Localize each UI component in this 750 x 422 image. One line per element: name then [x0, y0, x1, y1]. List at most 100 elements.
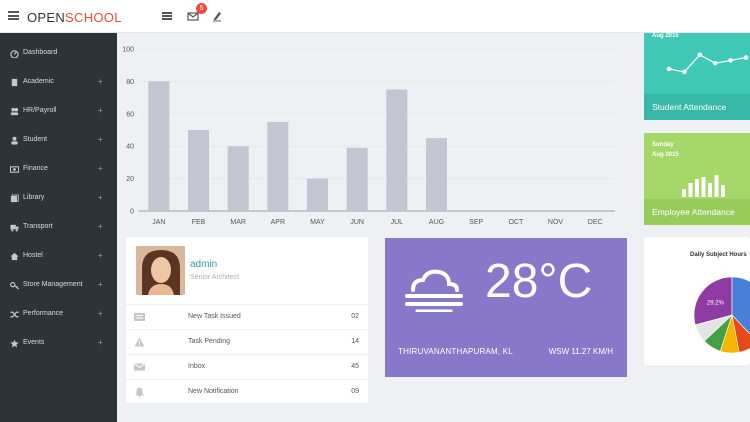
- profile-row-new-task[interactable]: New Task Issued 02: [126, 304, 368, 329]
- employee-bar: [682, 189, 686, 197]
- x-tick-label: JAN: [152, 219, 165, 226]
- pie-slice-label: 29.2%: [707, 300, 725, 306]
- expand-icon[interactable]: +: [98, 135, 103, 144]
- employee-bar: [708, 183, 712, 197]
- row-label: New Task Issued: [188, 313, 241, 320]
- profile-name[interactable]: admin: [190, 259, 217, 270]
- expand-icon[interactable]: +: [98, 251, 103, 260]
- pencil-icon[interactable]: [211, 10, 223, 22]
- sidebar-item-hr-payroll[interactable]: HR/Payroll +: [0, 102, 117, 122]
- x-tick-label: FEB: [192, 219, 206, 226]
- bar-feb[interactable]: [188, 130, 209, 211]
- daily-subject-hours-pie: 29.2%: [693, 276, 750, 354]
- x-tick-label: MAR: [230, 219, 246, 226]
- expand-icon[interactable]: +: [98, 77, 103, 86]
- sparkline-point: [728, 58, 733, 63]
- daily-subject-hours-card: Daily Subject Hours 29.2%: [644, 237, 750, 365]
- sparkline-point: [712, 60, 718, 66]
- x-tick-label: DEC: [588, 219, 603, 226]
- sidebar-item-finance[interactable]: Finance +: [0, 160, 117, 180]
- row-value: 09: [351, 388, 359, 395]
- expand-icon[interactable]: +: [98, 280, 103, 289]
- employee-bar: [695, 179, 699, 197]
- shuffle-icon: [10, 311, 19, 318]
- sparkline-point: [743, 55, 749, 60]
- bar-may[interactable]: [307, 178, 328, 211]
- sidebar-item-label: Store Management: [23, 281, 83, 288]
- expand-icon[interactable]: +: [98, 106, 103, 115]
- row-value: 02: [351, 313, 359, 320]
- sidebar-item-label: Performance: [23, 310, 64, 317]
- sidebar-item-label: Hostel: [23, 252, 43, 259]
- x-tick-label: OCT: [508, 219, 524, 226]
- profile-row-notification[interactable]: New Notification 09: [126, 379, 368, 404]
- bar-aug[interactable]: [426, 138, 447, 211]
- brand-logo[interactable]: OPENSCHOOL: [27, 10, 122, 25]
- x-tick-label: JUL: [391, 219, 404, 226]
- bar-jun[interactable]: [346, 147, 368, 211]
- sidebar-item-label: Events: [23, 339, 45, 346]
- profile-row-task-pending[interactable]: Task Pending 14: [126, 329, 368, 354]
- sidebar-item-label: Dashboard: [23, 49, 58, 56]
- sidebar-item-store-management[interactable]: Store Management +: [0, 276, 117, 296]
- weather-wind: WSW 11.27 KM/H: [548, 347, 613, 356]
- bar-jan[interactable]: [148, 81, 170, 212]
- money-icon: [10, 166, 19, 173]
- menu-icon[interactable]: [8, 11, 19, 20]
- sparkline-point: [666, 66, 672, 72]
- y-tick-label: 40: [126, 144, 134, 151]
- top-bar: OPENSCHOOL 5: [0, 0, 750, 33]
- row-value: 45: [351, 363, 359, 370]
- profile-row-inbox[interactable]: Inbox 45: [126, 354, 368, 379]
- employee-attendance-card[interactable]: Sunday Aug 2015 Employee Attendance: [644, 133, 750, 225]
- profile-role: Senior Architect: [190, 274, 240, 281]
- x-tick-label: NOV: [548, 219, 564, 226]
- monthly-bar-chart: 0 20 40 60 80 100 JAN FEB MAR APR MAY JUN JUL AUG SEP O…: [117, 33, 625, 233]
- bar-apr[interactable]: [267, 121, 289, 211]
- weather-city: THIRUVANANTHAPURAM, KL: [398, 347, 513, 356]
- expand-icon[interactable]: +: [98, 338, 103, 347]
- sidebar-item-library[interactable]: Library +: [0, 189, 117, 209]
- sidebar-item-label: Library: [23, 194, 45, 201]
- fog-cloud-icon: [405, 269, 463, 312]
- sidebar-item-transport[interactable]: Transport +: [0, 218, 117, 238]
- sparkline-point: [682, 69, 687, 75]
- y-tick-label: 80: [126, 79, 134, 86]
- book-icon: [11, 78, 18, 87]
- library-icon: [10, 194, 19, 203]
- sparkline-point: [697, 52, 703, 58]
- sidebar-item-label: Academic: [23, 78, 54, 85]
- bar-jul[interactable]: [386, 89, 408, 212]
- sidebar-item-events[interactable]: Events +: [0, 334, 117, 354]
- sidebar-item-label: HR/Payroll: [23, 107, 57, 114]
- expand-icon[interactable]: +: [98, 309, 103, 318]
- row-label: Inbox: [188, 363, 206, 370]
- student-attendance-card[interactable]: Aug 2015 Student Attendance: [644, 33, 750, 120]
- home-icon: [10, 252, 19, 261]
- bell-icon: [135, 387, 144, 397]
- expand-icon[interactable]: +: [98, 164, 103, 173]
- sidebar-item-dashboard[interactable]: Dashboard: [0, 44, 117, 64]
- sidebar: Dashboard Academic + HR/Payroll + Studen…: [0, 33, 117, 422]
- users-icon: [10, 107, 19, 116]
- expand-icon[interactable]: +: [98, 222, 103, 231]
- sidebar-item-academic[interactable]: Academic +: [0, 73, 117, 93]
- truck-icon: [10, 224, 19, 232]
- brand-part-1: OPEN: [27, 10, 66, 25]
- sidebar-item-performance[interactable]: Performance +: [0, 305, 117, 325]
- expand-icon[interactable]: +: [98, 193, 103, 202]
- warning-icon: [134, 337, 145, 347]
- bar-mar[interactable]: [227, 146, 249, 211]
- sidebar-item-student[interactable]: Student +: [0, 131, 117, 151]
- x-tick-label: JUN: [350, 219, 364, 226]
- employee-attendance-title: Employee Attendance: [652, 207, 735, 217]
- profile-card: admin Senior Architect New Task Issued 0…: [126, 237, 368, 403]
- x-tick-label: AUG: [429, 219, 444, 226]
- user-icon: [11, 136, 18, 145]
- sidebar-item-hostel[interactable]: Hostel +: [0, 247, 117, 267]
- list-icon[interactable]: [161, 10, 173, 22]
- brand-part-2: SCHOOL: [65, 10, 122, 25]
- avatar[interactable]: [136, 246, 185, 295]
- employee-bar: [701, 177, 706, 197]
- mail-count-badge: 5: [196, 3, 207, 14]
